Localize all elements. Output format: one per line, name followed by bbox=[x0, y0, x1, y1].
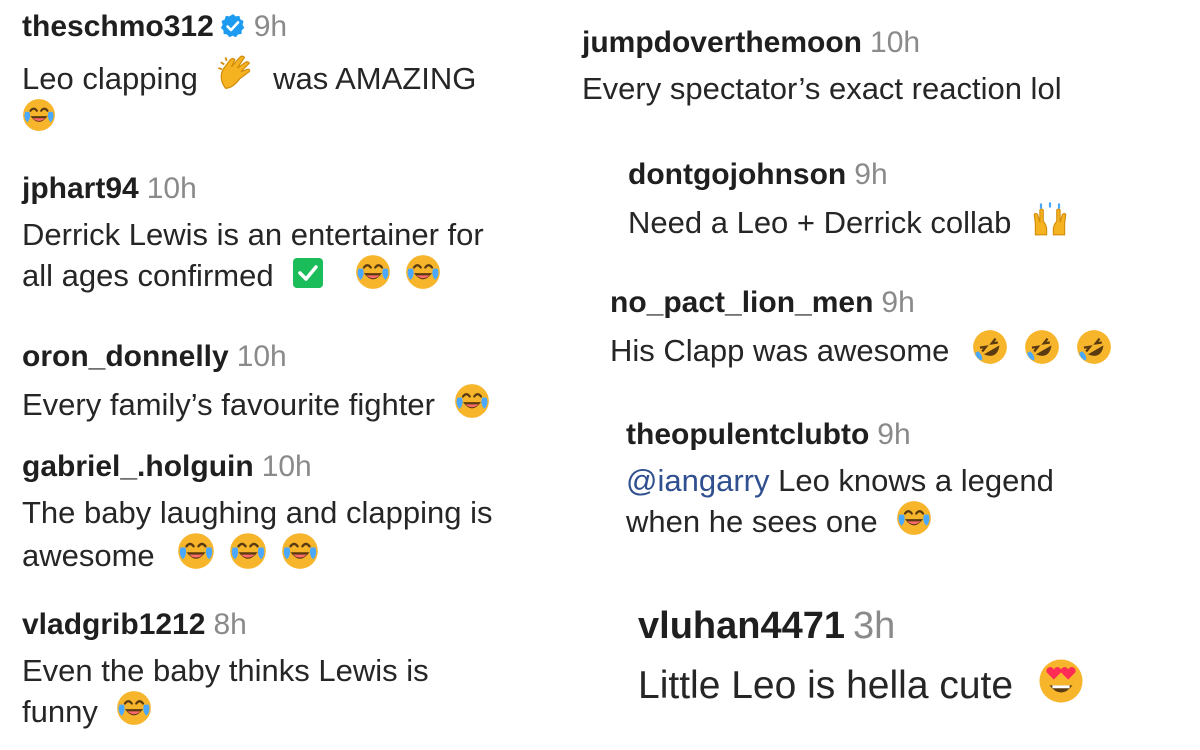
comment-timestamp: 10h bbox=[870, 26, 921, 59]
comment-text: Even the baby thinks Lewis is bbox=[22, 653, 429, 688]
comment-text: Every family’s favourite fighter bbox=[22, 387, 435, 422]
comment-username[interactable]: jumpdoverthemoon bbox=[582, 26, 862, 59]
comment-text: awesome bbox=[22, 538, 155, 574]
user-mention-link[interactable]: @iangarry bbox=[626, 463, 769, 498]
rolling-on-floor-laughing-icon bbox=[972, 329, 1008, 365]
comment-timestamp: 10h bbox=[261, 450, 312, 483]
comment-timestamp: 9h bbox=[253, 10, 288, 43]
comment-text: was AMAZING bbox=[273, 61, 477, 96]
comment-oron-donnelly: oron_donnelly 10h Every family’s favourit… bbox=[22, 340, 490, 424]
comment-text: The baby laughing and clapping is bbox=[22, 495, 493, 530]
comment-vluhan4471: vluhan4471 3h Little Leo is hella cute bbox=[638, 605, 1084, 710]
comment-vladgrib1212: vladgrib1212 8h Even the baby thinks Lewi… bbox=[22, 608, 429, 732]
face-with-tears-of-joy-icon bbox=[177, 532, 215, 570]
comment-timestamp: 10h bbox=[146, 172, 197, 205]
comment-text: Need a Leo + Derrick collab bbox=[628, 205, 1012, 240]
comment-timestamp: 10h bbox=[236, 340, 287, 373]
comment-text: when he sees one bbox=[626, 504, 878, 540]
comment-timestamp: 9h bbox=[877, 418, 911, 451]
comment-username[interactable]: vladgrib1212 bbox=[22, 608, 205, 641]
comment-username[interactable]: oron_donnelly bbox=[22, 340, 229, 373]
rolling-on-floor-laughing-icon bbox=[1024, 329, 1060, 365]
comment-username[interactable]: no_pact_lion_men bbox=[610, 286, 873, 319]
comment-timestamp: 3h bbox=[853, 605, 896, 647]
comment-text: Every spectator’s exact reaction lol bbox=[582, 71, 1062, 106]
comment-text: His Clapp was awesome bbox=[610, 333, 950, 368]
check-mark-button-icon bbox=[292, 257, 324, 289]
face-with-tears-of-joy-icon bbox=[896, 500, 932, 536]
comment-text: Leo knows a legend bbox=[769, 463, 1054, 498]
heart-eyes-icon bbox=[1038, 658, 1084, 704]
comment-theopulentclubto: theopulentclubto 9h @iangarry Leo knows a… bbox=[626, 418, 1054, 542]
face-with-tears-of-joy-icon bbox=[116, 690, 152, 726]
raising-hands-icon bbox=[1032, 201, 1068, 237]
comment-username[interactable]: theschmo312 bbox=[22, 10, 214, 43]
comment-jphart94: jphart94 10h Derrick Lewis is an entertai… bbox=[22, 172, 484, 296]
face-with-tears-of-joy-icon bbox=[22, 98, 56, 132]
comment-jumpdoverthemoon: jumpdoverthemoon 10h Every spectator’s ex… bbox=[582, 26, 1062, 108]
comment-username[interactable]: vluhan4471 bbox=[638, 605, 845, 647]
comment-theschmo312: theschmo312 9h Leo clapping was AMAZING bbox=[22, 10, 476, 138]
comment-text: Little Leo is hella cute bbox=[638, 663, 1014, 707]
comment-text: Leo clapping bbox=[22, 61, 198, 96]
clapping-hands-icon bbox=[216, 55, 254, 93]
comment-username[interactable]: dontgojohnson bbox=[628, 158, 846, 191]
comment-timestamp: 9h bbox=[854, 158, 888, 191]
rolling-on-floor-laughing-icon bbox=[1076, 329, 1112, 365]
face-with-tears-of-joy-icon bbox=[355, 254, 391, 290]
face-with-tears-of-joy-icon bbox=[281, 532, 319, 570]
comment-gabriel-holguin: gabriel_.holguin 10h The baby laughing an… bbox=[22, 450, 493, 576]
comment-timestamp: 9h bbox=[881, 286, 915, 319]
comment-username[interactable]: jphart94 bbox=[22, 172, 139, 205]
comment-text: Derrick Lewis is an entertainer for bbox=[22, 217, 484, 252]
comment-no-pact-lion-men: no_pact_lion_men 9h His Clapp was awesome bbox=[610, 286, 1112, 370]
face-with-tears-of-joy-icon bbox=[405, 254, 441, 290]
comment-text: funny bbox=[22, 694, 98, 730]
comment-text: all ages confirmed bbox=[22, 258, 274, 294]
comment-username[interactable]: gabriel_.holguin bbox=[22, 450, 254, 483]
face-with-tears-of-joy-icon bbox=[454, 383, 490, 419]
face-with-tears-of-joy-icon bbox=[229, 532, 267, 570]
verified-badge-icon bbox=[220, 14, 245, 38]
comment-timestamp: 8h bbox=[213, 608, 247, 641]
comment-dontgojohnson: dontgojohnson 9h Need a Leo + Derrick col… bbox=[628, 158, 1068, 242]
comment-username[interactable]: theopulentclubto bbox=[626, 418, 869, 451]
